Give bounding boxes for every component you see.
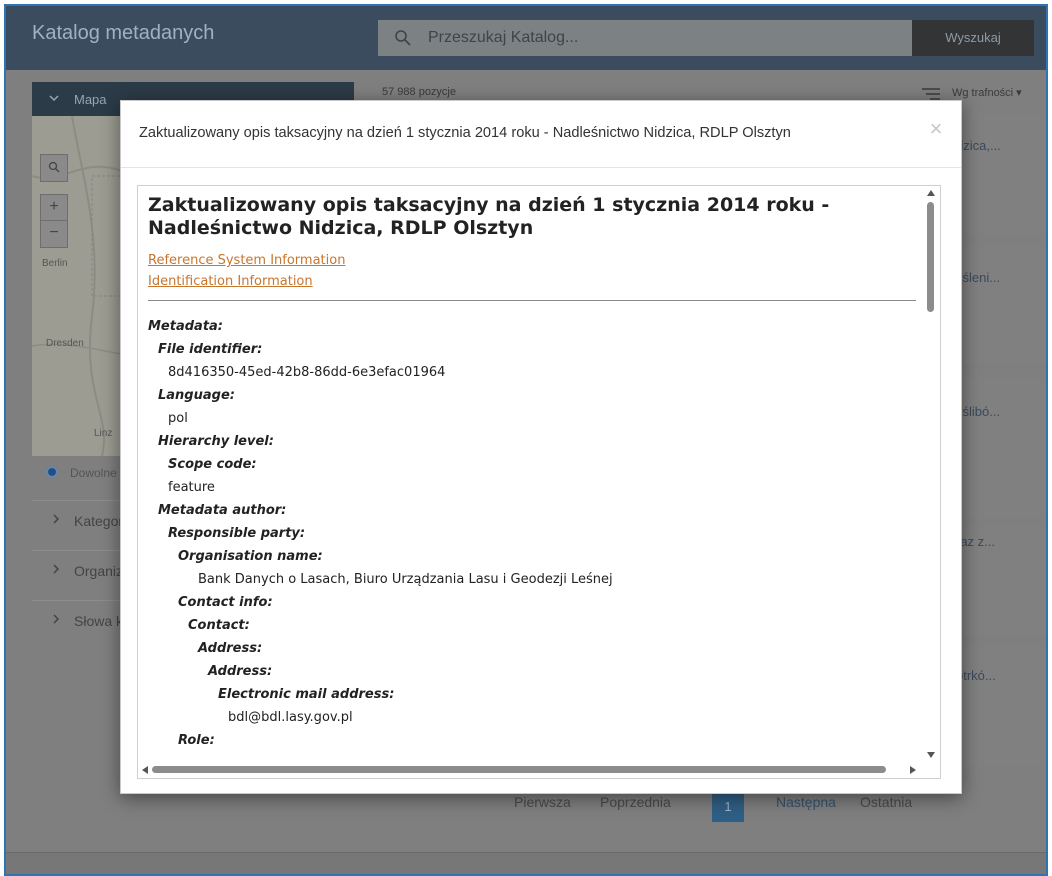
metadata-document: Zaktualizowany opis taksacyjny na dzień … (148, 194, 918, 754)
link-identification-information[interactable]: Identification Information (148, 271, 918, 292)
scroll-left-arrow-icon[interactable] (142, 766, 148, 774)
vertical-scroll-thumb[interactable] (927, 202, 934, 312)
result-title[interactable]: yśleni... (956, 270, 1000, 285)
metadata-key: Hierarchy level: (158, 434, 274, 449)
map-label-dresden: Dresden (46, 338, 84, 349)
pagination-next[interactable]: Następna (776, 794, 836, 810)
sort-lines-icon (922, 88, 940, 100)
chevron-right-icon (53, 514, 60, 524)
search-input[interactable]: Przeszukaj Katalog... (428, 29, 578, 47)
chevron-down-icon (49, 95, 59, 102)
search-icon (48, 161, 60, 173)
zoom-search-button[interactable] (40, 154, 68, 182)
metadata-key: Language: (158, 388, 235, 403)
map-panel-title: Mapa (74, 92, 107, 107)
search-icon (395, 30, 411, 46)
modal-title: Zaktualizowany opis taksacyjny na dzień … (139, 125, 791, 141)
horizontal-scrollbar[interactable] (138, 762, 922, 778)
metadata-value: 8d416350-45ed-42b8-86dd-6e3efac01964 (168, 365, 446, 380)
divider (148, 300, 916, 301)
map-label-berlin: Berlin (42, 258, 68, 269)
search-button[interactable]: Wyszukaj (912, 20, 1034, 56)
metadata-key: Contact info: (178, 595, 273, 610)
metadata-value: bdl@bdl.lasy.gov.pl (228, 710, 353, 725)
scroll-right-arrow-icon[interactable] (910, 766, 916, 774)
search-box[interactable]: Przeszukaj Katalog... (378, 20, 912, 56)
map-label-linz: Linz (94, 428, 113, 439)
chevron-right-icon (53, 614, 60, 624)
metadata-key: Address: (208, 664, 273, 679)
document-title: Zaktualizowany opis taksacyjny na dzień … (148, 194, 830, 239)
zoom-out-button[interactable]: − (40, 220, 68, 248)
sort-label: Wg trafności ▾ (952, 87, 1022, 99)
vertical-scrollbar[interactable] (922, 186, 940, 762)
metadata-key: Metadata: (148, 319, 224, 334)
pagination-first[interactable]: Pierwsza (514, 794, 571, 810)
metadata-key: Role: (178, 733, 215, 748)
metadata-key: Scope code: (168, 457, 257, 472)
metadata-key: Responsible party: (168, 526, 306, 541)
pagination-previous[interactable]: Poprzednia (600, 794, 671, 810)
metadata-key: Organisation name: (178, 549, 323, 564)
metadata-value: feature (168, 480, 215, 495)
brand-title[interactable]: Katalog metadanych (32, 22, 214, 45)
section-links: Reference System Information Identificat… (148, 250, 918, 292)
scroll-down-arrow-icon[interactable] (927, 752, 935, 758)
metadata-key: Electronic mail address: (218, 687, 395, 702)
metadata-document-frame[interactable]: Zaktualizowany opis taksacyjny na dzień … (137, 185, 941, 779)
top-bar: Katalog metadanych Przeszukaj Katalog...… (6, 6, 1046, 70)
radio-selected-icon[interactable] (46, 466, 58, 478)
metadata-value: Bank Danych o Lasach, Biuro Urządzania L… (198, 572, 613, 587)
result-title[interactable]: yślibó... (956, 404, 1000, 419)
metadata-key: Address: (198, 641, 263, 656)
metadata-modal: Zaktualizowany opis taksacyjny na dzień … (120, 100, 962, 794)
pagination-last[interactable]: Ostatnia (860, 794, 912, 810)
metadata-key: Contact: (188, 618, 250, 633)
pagination-current-page[interactable]: 1 (712, 792, 744, 822)
close-icon[interactable]: × (925, 117, 947, 141)
metadata-key: Role code: (148, 752, 918, 754)
modal-header: Zaktualizowany opis taksacyjny na dzień … (121, 101, 961, 168)
result-title[interactable]: dzica,... (956, 138, 1001, 153)
metadata-key: File identifier: (158, 342, 263, 357)
metadata-tree: Metadata: File identifier: 8d416350-45ed-4… (148, 315, 918, 754)
link-reference-system-information[interactable]: Reference System Information (148, 250, 918, 271)
metadata-key: Metadata author: (158, 503, 287, 518)
horizontal-scroll-thumb[interactable] (152, 766, 886, 773)
result-count: 57 988 pozycje (382, 86, 456, 98)
radio-label: Dowolne (70, 466, 117, 480)
page-footer (6, 852, 1046, 874)
chevron-right-icon (53, 564, 60, 574)
metadata-value: pol (168, 411, 188, 426)
scroll-up-arrow-icon[interactable] (927, 190, 935, 196)
browser-viewport: Katalog metadanych Przeszukaj Katalog...… (4, 4, 1048, 876)
zoom-in-button[interactable]: + (40, 194, 68, 222)
